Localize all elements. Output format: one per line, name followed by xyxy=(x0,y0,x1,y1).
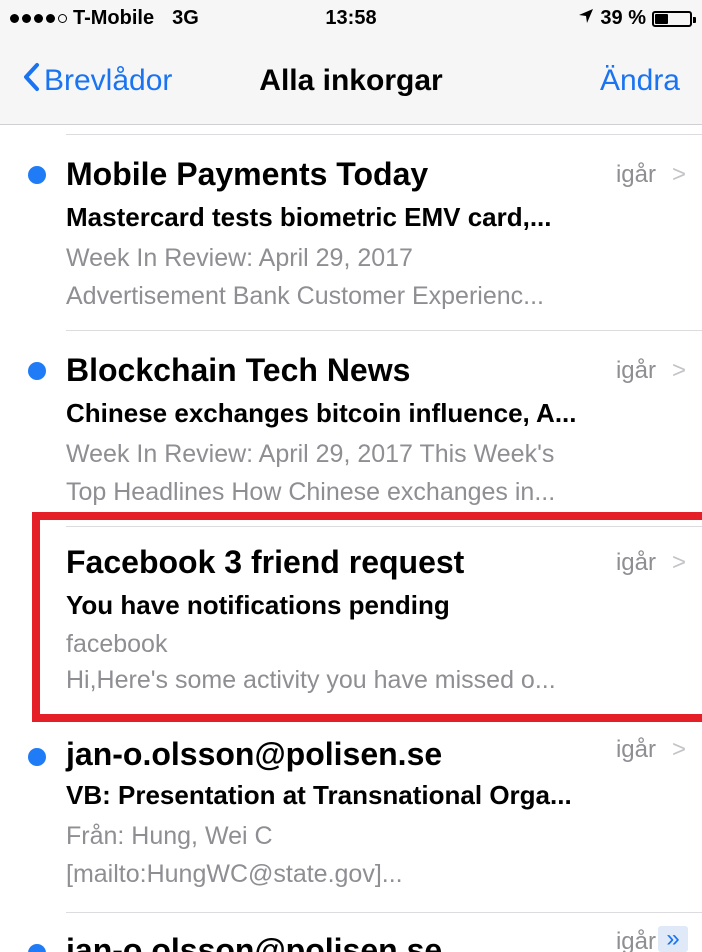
mail-preview-line: Från: Hung, Wei C xyxy=(66,822,273,850)
battery-icon xyxy=(652,10,696,27)
chevron-right-icon: > xyxy=(671,736,686,763)
mail-preview-line: [mailto:HungWC@state.gov]... xyxy=(66,860,403,888)
battery-percentage: 39 % xyxy=(600,7,646,29)
status-right: 39 % xyxy=(578,7,696,30)
mail-date: igår xyxy=(615,357,656,384)
location-arrow-icon xyxy=(578,7,594,30)
mail-preview-line: Week In Review: April 29, 2017 xyxy=(66,244,413,272)
navigation-bar: Brevlådor Alla inkorgar Ändra xyxy=(0,40,702,125)
page-title: Alla inkorgar xyxy=(259,64,443,97)
unread-indicator xyxy=(28,944,46,952)
mail-item[interactable]: jan-o.olsson@polisen.se igår > VB: Prese… xyxy=(0,732,702,912)
unread-indicator xyxy=(28,362,46,380)
divider xyxy=(66,330,702,331)
mail-preview-line: Top Headlines How Chinese exchanges in..… xyxy=(66,478,556,506)
mail-sender: jan-o.olsson@polisen.se xyxy=(66,932,443,952)
divider xyxy=(66,134,702,135)
double-chevron-right-icon: » xyxy=(658,926,688,952)
mail-sender: Blockchain Tech News xyxy=(66,352,411,388)
mail-sender: Mobile Payments Today xyxy=(66,156,429,192)
mail-date: igår xyxy=(615,161,656,188)
mail-preview-line: Week In Review: April 29, 2017 This Week… xyxy=(66,440,555,468)
mail-subject: Chinese exchanges bitcoin influence, A..… xyxy=(66,398,577,428)
highlight-box xyxy=(32,512,702,722)
mail-date: igår xyxy=(615,928,656,952)
unread-indicator xyxy=(28,166,46,184)
mail-item[interactable]: Mobile Payments Today igår > Mastercard … xyxy=(0,150,702,330)
mail-date: igår xyxy=(615,736,656,763)
mail-subject: Mastercard tests biometric EMV card,... xyxy=(66,202,552,232)
mail-sender: jan-o.olsson@polisen.se xyxy=(66,736,443,772)
mail-subject: VB: Presentation at Transnational Orga..… xyxy=(66,780,572,810)
status-bar: T-Mobile 3G 13:58 39 % xyxy=(0,0,702,40)
mail-item[interactable]: Blockchain Tech News igår > Chinese exch… xyxy=(0,346,702,526)
mail-item[interactable]: jan-o.olsson@polisen.se igår » xyxy=(0,922,702,952)
chevron-right-icon: > xyxy=(671,161,686,188)
edit-button[interactable]: Ändra xyxy=(600,64,680,98)
chevron-right-icon: > xyxy=(671,357,686,384)
battery-level xyxy=(655,13,669,24)
mail-preview-line: Advertisement Bank Customer Experienc... xyxy=(66,282,544,310)
unread-indicator xyxy=(28,748,46,766)
divider xyxy=(66,912,702,913)
